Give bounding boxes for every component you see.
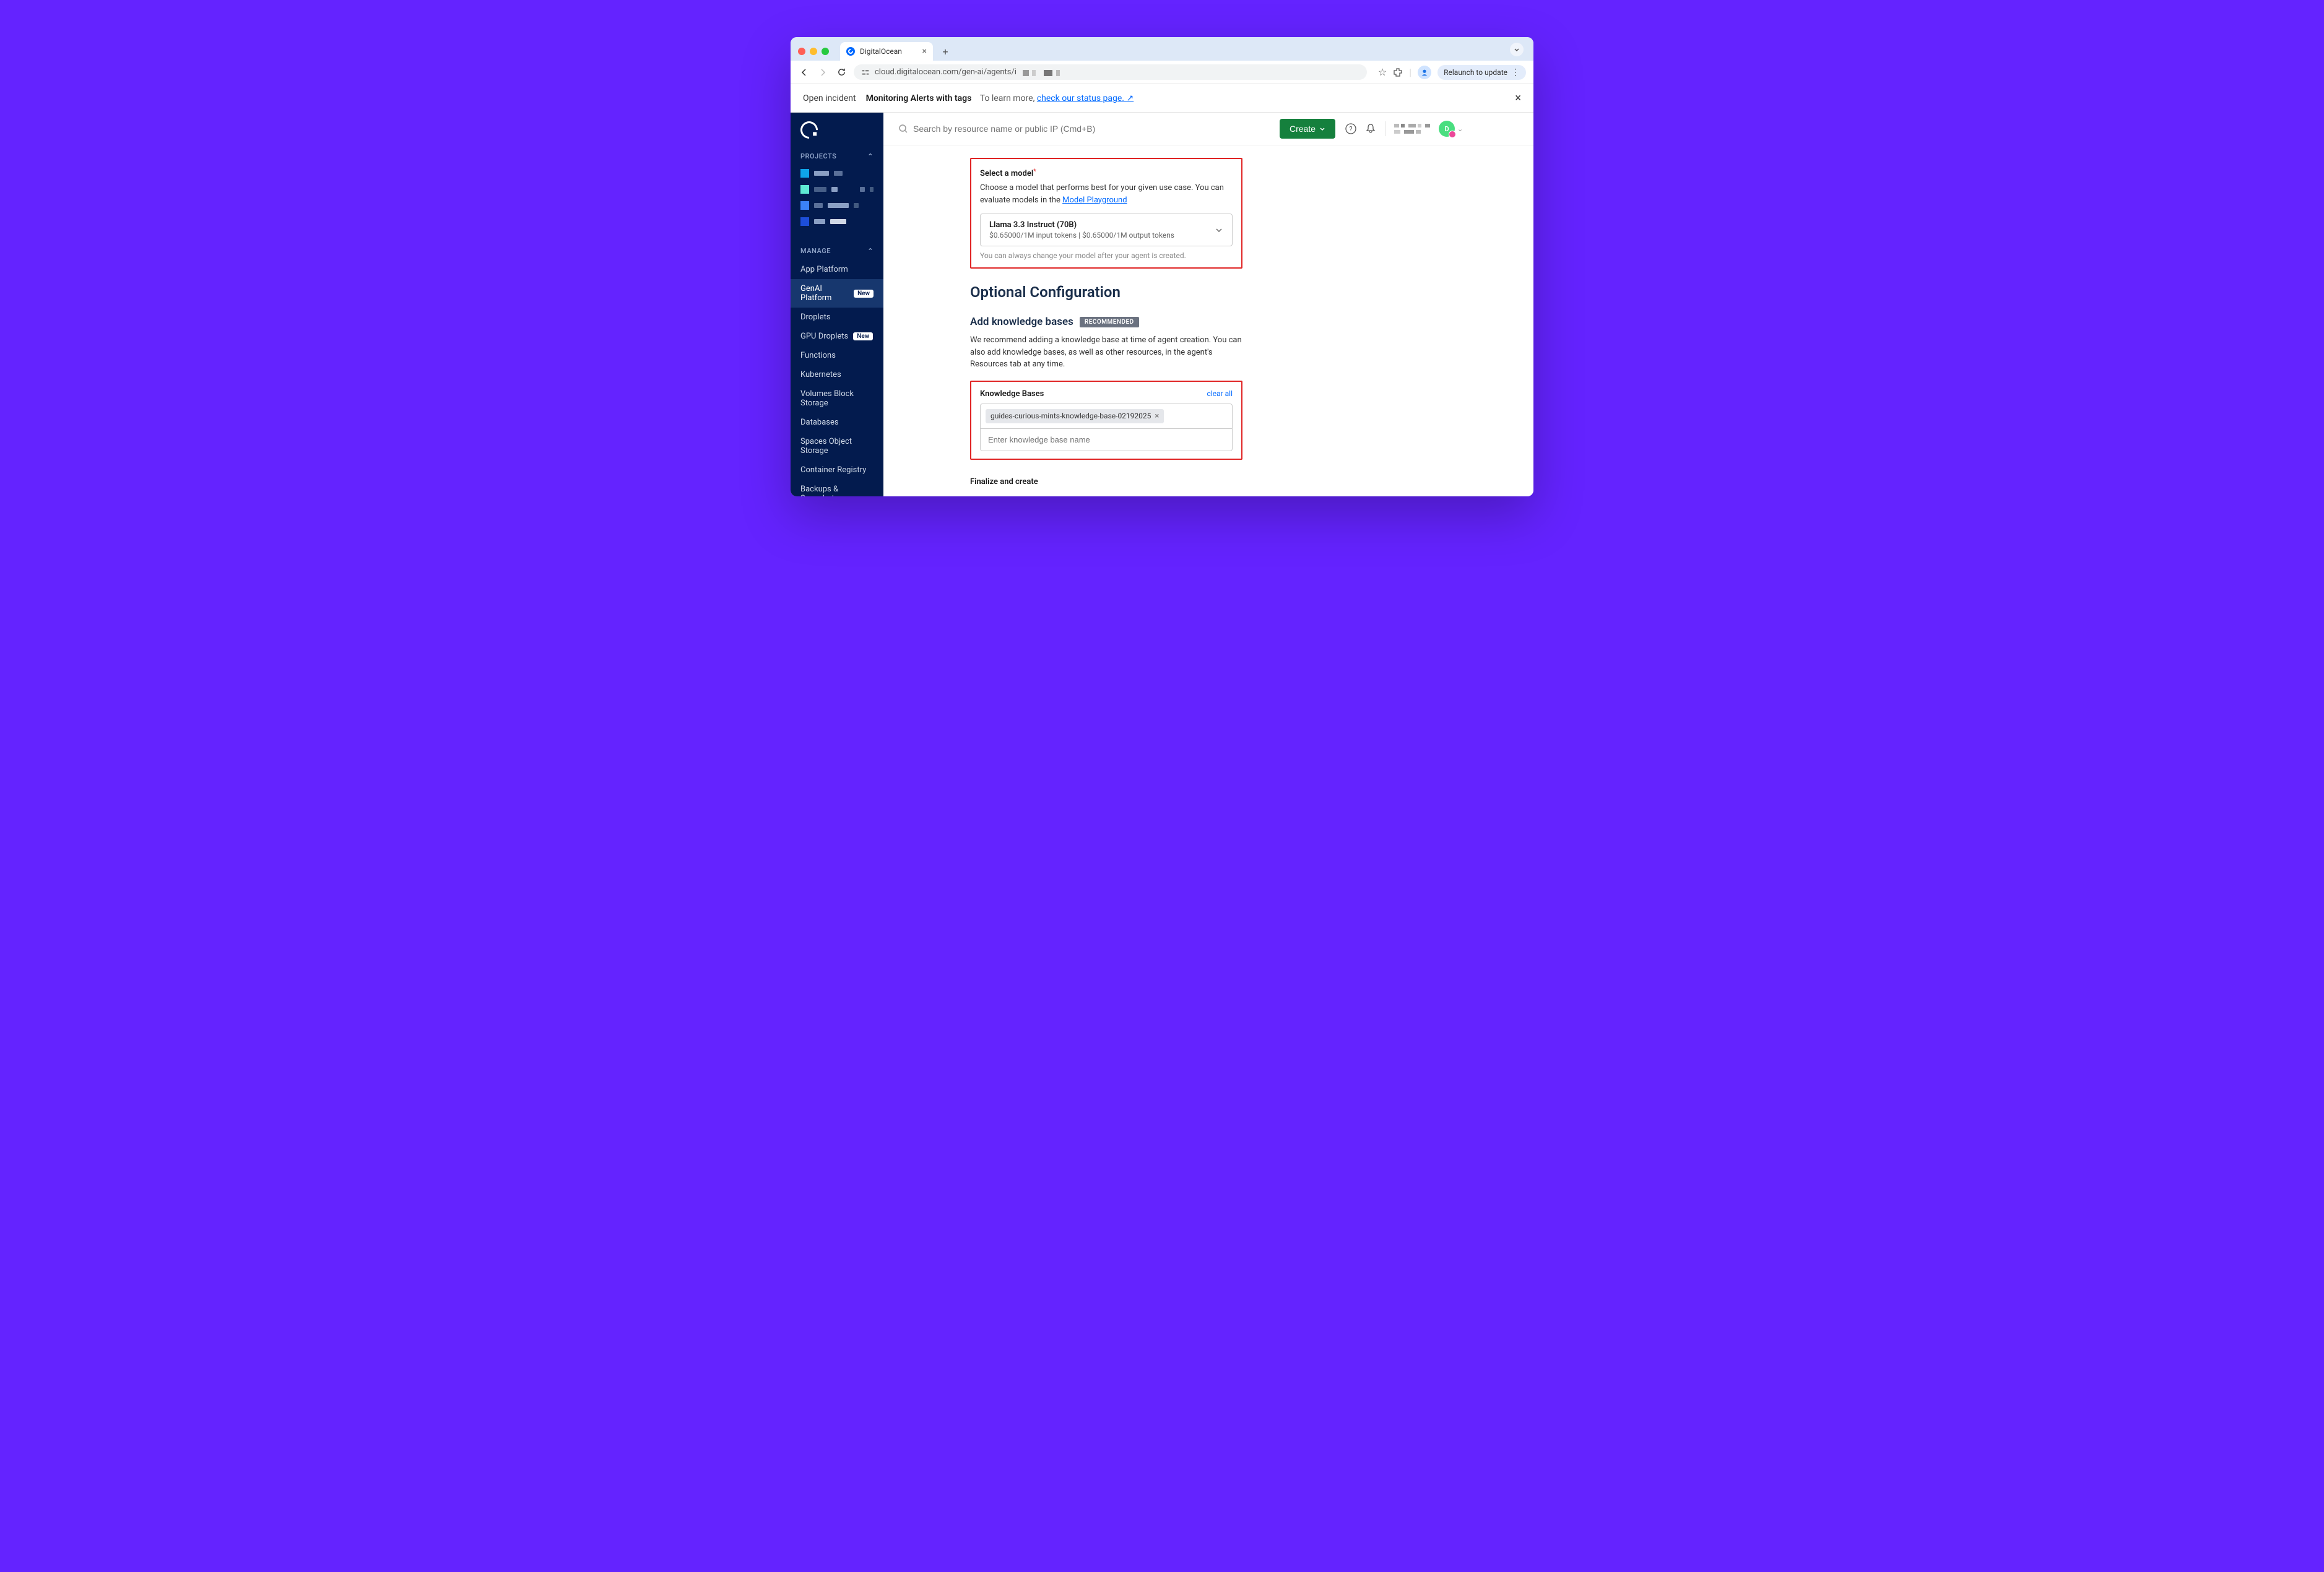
optional-config-heading: Optional Configuration	[970, 283, 1242, 301]
sidebar-item-gpu-droplets[interactable]: GPU Droplets New	[791, 327, 883, 346]
reload-button[interactable]	[835, 67, 848, 77]
tab-title: DigitalOcean	[860, 47, 902, 56]
traffic-lights	[798, 48, 829, 55]
sidebar-item-droplets[interactable]: Droplets	[791, 308, 883, 327]
browser-tab[interactable]: DigitalOcean ×	[840, 42, 933, 61]
highlight-box-model: Select a model* Choose a model that perf…	[970, 158, 1242, 269]
sidebar-project-item[interactable]	[791, 197, 883, 214]
highlight-box-kb: Knowledge Bases clear all guides-curious…	[970, 381, 1242, 460]
model-hint: You can always change your model after y…	[980, 251, 1233, 260]
minimize-window-button[interactable]	[810, 48, 817, 55]
kb-name-input[interactable]	[980, 429, 1233, 451]
new-tab-button[interactable]: +	[938, 44, 953, 59]
model-section-label: Select a model*	[980, 169, 1036, 178]
chevron-down-icon	[1319, 126, 1325, 132]
model-section-description: Choose a model that performs best for yo…	[980, 182, 1233, 206]
incident-learn-text: To learn more,	[980, 93, 1035, 103]
project-swatch-icon	[800, 169, 809, 178]
close-window-button[interactable]	[798, 48, 805, 55]
help-icon[interactable]: ?	[1345, 123, 1356, 134]
sidebar-item-functions[interactable]: Functions	[791, 346, 883, 365]
incident-status-label: Open incident	[803, 93, 856, 103]
incident-title: Monitoring Alerts with tags	[866, 93, 972, 103]
logo[interactable]	[791, 113, 883, 147]
close-tab-button[interactable]: ×	[922, 46, 927, 56]
finalize-heading: Finalize and create	[970, 477, 1242, 486]
sidebar-item-volumes[interactable]: Volumes Block Storage	[791, 384, 883, 413]
svg-text:?: ?	[1349, 125, 1352, 133]
sidebar-project-item[interactable]	[791, 165, 883, 181]
back-button[interactable]	[798, 67, 810, 77]
maximize-window-button[interactable]	[822, 48, 829, 55]
recommended-badge: RECOMMENDED	[1080, 317, 1139, 327]
new-badge: New	[853, 332, 873, 340]
digitalocean-favicon	[846, 47, 855, 56]
relaunch-button[interactable]: Relaunch to update ⋮	[1437, 65, 1526, 80]
forward-button[interactable]	[817, 67, 829, 77]
kb-description: We recommend adding a knowledge base at …	[970, 334, 1242, 371]
kb-heading: Add knowledge bases	[970, 316, 1073, 328]
chevron-up-icon: ⌃	[867, 247, 874, 255]
topbar: Create ?	[883, 113, 1533, 145]
manage-section-toggle[interactable]: MANAGE ⌃	[791, 242, 883, 260]
url-obscured	[1023, 69, 1060, 76]
search-field[interactable]	[898, 124, 1270, 134]
selected-model-price: $0.65000/1M input tokens | $0.65000/1M o…	[989, 231, 1174, 240]
search-input[interactable]	[913, 124, 1270, 134]
sidebar-item-container-registry[interactable]: Container Registry	[791, 460, 883, 480]
create-button[interactable]: Create	[1280, 119, 1335, 139]
project-swatch-icon	[800, 185, 809, 194]
remove-chip-button[interactable]: ×	[1155, 412, 1159, 421]
sidebar-item-backups[interactable]: Backups & Snapshots	[791, 480, 883, 496]
project-swatch-icon	[800, 201, 809, 210]
browser-toolbar: cloud.digitalocean.com/gen-ai/agents/i ☆…	[791, 61, 1533, 84]
extensions-icon[interactable]	[1393, 67, 1403, 77]
model-select-dropdown[interactable]: Llama 3.3 Instruct (70B) $0.65000/1M inp…	[980, 214, 1233, 246]
browser-tab-strip: DigitalOcean × +	[791, 37, 1533, 61]
sidebar-item-kubernetes[interactable]: Kubernetes	[791, 365, 883, 384]
new-badge: New	[854, 290, 874, 298]
account-menu[interactable]: D ⌄	[1439, 121, 1463, 137]
sidebar-project-item[interactable]	[791, 181, 883, 197]
tabs-dropdown-button[interactable]	[1510, 43, 1524, 56]
sidebar-item-spaces[interactable]: Spaces Object Storage	[791, 432, 883, 460]
chevron-down-icon	[1215, 226, 1223, 235]
kb-field-label: Knowledge Bases	[980, 389, 1044, 399]
chevron-down-icon: ⌄	[1457, 125, 1463, 133]
url-text: cloud.digitalocean.com/gen-ai/agents/i	[875, 67, 1017, 77]
status-page-link[interactable]: check our status page. ↗	[1037, 93, 1134, 103]
incident-banner: Open incident Monitoring Alerts with tag…	[791, 84, 1533, 113]
sidebar-item-app-platform[interactable]: App Platform	[791, 260, 883, 279]
url-bar[interactable]: cloud.digitalocean.com/gen-ai/agents/i	[854, 64, 1367, 80]
content-scroll: Select a model* Choose a model that perf…	[883, 145, 1533, 496]
main-area: Create ?	[883, 113, 1533, 496]
search-icon	[898, 124, 908, 134]
app-shell: PROJECTS ⌃	[791, 113, 1533, 496]
sidebar-item-databases[interactable]: Databases	[791, 413, 883, 432]
projects-section-toggle[interactable]: PROJECTS ⌃	[791, 147, 883, 165]
digitalocean-logo-icon	[797, 118, 822, 142]
project-swatch-icon	[800, 217, 809, 226]
sidebar: PROJECTS ⌃	[791, 113, 883, 496]
bookmark-star-icon[interactable]: ☆	[1378, 66, 1387, 78]
avatar: D	[1439, 121, 1455, 137]
notifications-icon[interactable]	[1365, 123, 1376, 134]
model-playground-link[interactable]: Model Playground	[1062, 196, 1127, 205]
dismiss-banner-button[interactable]: ×	[1515, 92, 1521, 105]
external-link-icon: ↗	[1126, 93, 1134, 103]
sidebar-item-genai-platform[interactable]: GenAI Platform New	[791, 279, 883, 308]
kb-chip: guides-curious-mints-knowledge-base-0219…	[986, 409, 1164, 423]
account-name-redacted	[1394, 124, 1430, 134]
browser-window: DigitalOcean × + cloud.digitalocean.com/…	[791, 37, 1533, 496]
chrome-profile-icon[interactable]	[1418, 66, 1431, 79]
site-settings-icon[interactable]	[861, 68, 870, 77]
selected-model-name: Llama 3.3 Instruct (70B)	[989, 220, 1174, 230]
chevron-up-icon: ⌃	[867, 152, 874, 160]
sidebar-project-item[interactable]	[791, 214, 883, 230]
kb-chips-container: guides-curious-mints-knowledge-base-0219…	[980, 404, 1233, 429]
clear-all-link[interactable]: clear all	[1207, 389, 1233, 398]
